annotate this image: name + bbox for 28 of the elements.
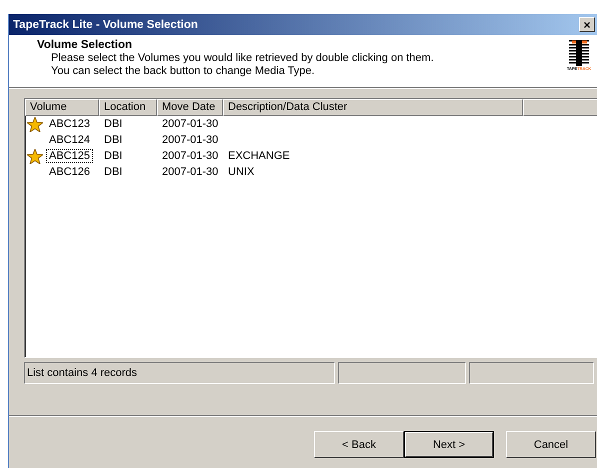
instruction-text: Please select the Volumes you would like retrieved by double clicking on them. [50, 52, 435, 65]
table-cell: UNIX [228, 166, 254, 178]
table-cell[interactable]: ABC125 [46, 149, 93, 163]
status-text: List contains 4 records [27, 367, 138, 379]
page-heading: Volume Selection [37, 39, 134, 51]
tape-logo-icon [568, 40, 590, 66]
table-cell: DBI [104, 150, 122, 162]
table-cell: EXCHANGE [228, 150, 290, 162]
table-cell[interactable]: ABC126 [46, 165, 93, 179]
wizard-button[interactable]: < Back [314, 431, 404, 458]
table-cell: 2007-01-30 [162, 150, 218, 162]
instruction-text: You can select the back button to change Media Type. [50, 65, 316, 78]
table-cell[interactable]: ABC124 [46, 133, 93, 147]
table-cell: 2007-01-30 [162, 118, 218, 130]
table-cell: DBI [104, 134, 122, 146]
table-cell: DBI [104, 118, 122, 130]
table-cell: DBI [104, 166, 122, 178]
close-button[interactable]: × [579, 17, 595, 32]
table-cell[interactable]: ABC123 [46, 117, 93, 131]
table-cell: 2007-01-30 [162, 166, 218, 178]
column-header[interactable]: Move Date [157, 99, 223, 116]
column-header[interactable]: Location [99, 99, 157, 116]
wizard-button[interactable]: Next > [404, 431, 494, 458]
column-header[interactable]: Volume [25, 99, 99, 116]
table-cell: 2007-01-30 [162, 134, 218, 146]
window-title: TapeTrack Lite - Volume Selection [13, 18, 199, 30]
column-header[interactable]: Description/Data Cluster [223, 99, 523, 116]
wizard-button[interactable]: Cancel [506, 431, 596, 458]
